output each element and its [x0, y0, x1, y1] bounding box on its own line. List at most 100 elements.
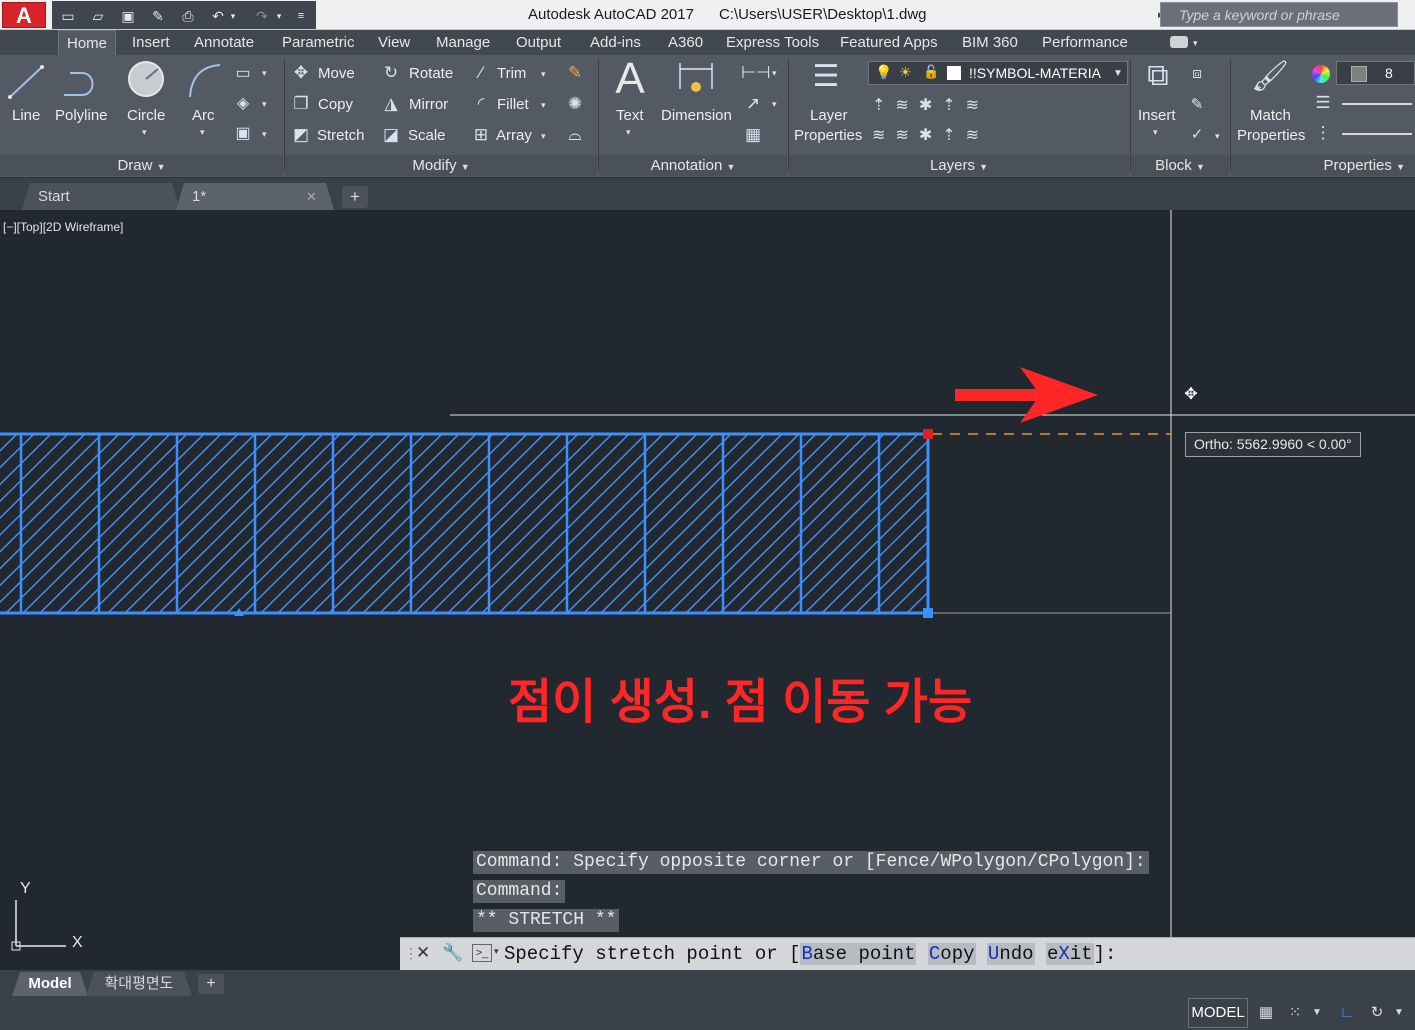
edit-block-icon[interactable]: ✎ [1186, 95, 1208, 113]
lineweight-dropdown[interactable] [1342, 103, 1412, 105]
search-input[interactable] [1161, 3, 1397, 26]
tab-home[interactable]: Home [58, 30, 117, 55]
save-icon[interactable]: ▣ [118, 6, 138, 26]
tab-view[interactable]: View [370, 30, 418, 55]
line-button[interactable]: Line [12, 107, 40, 124]
match-properties-button-line2[interactable]: Properties [1237, 127, 1305, 144]
circle-button[interactable]: Circle [127, 107, 165, 124]
scale-icon[interactable]: ◪ [380, 125, 402, 145]
trim-icon[interactable]: ⁄ [470, 63, 492, 83]
match-properties-button-line1[interactable]: Match [1250, 107, 1291, 124]
polyline-button[interactable]: Polyline [55, 107, 108, 124]
mirror-icon[interactable]: ◮ [380, 94, 402, 114]
hatch-icon[interactable]: ◈ [232, 93, 254, 113]
model-space-button[interactable]: MODEL [1188, 998, 1248, 1028]
modify-panel-title[interactable]: Modify ▼ [285, 155, 597, 176]
layer-dropdown[interactable]: 💡 ☀ 🔓 !!SYMBOL-MATERIA ▼ [868, 61, 1128, 85]
tab-bim-360[interactable]: BIM 360 [954, 30, 1026, 55]
circle-dropdown-icon[interactable]: ▾ [142, 127, 147, 138]
insert-button[interactable]: Insert [1138, 107, 1176, 124]
fillet-dropdown-icon[interactable]: ▾ [541, 100, 546, 111]
rotate-button[interactable]: Rotate [409, 65, 453, 82]
layer-tools-row1-icon[interactable]: ⇡≋✱⇡≋ [872, 95, 1012, 115]
arc-dropdown-icon[interactable]: ▾ [200, 127, 205, 138]
color-dropdown[interactable]: 8 [1336, 61, 1415, 85]
tab-manage[interactable]: Manage [428, 30, 498, 55]
polar-dropdown-icon[interactable]: ▼ [1392, 1002, 1406, 1024]
trim-button[interactable]: Trim [497, 65, 526, 82]
create-block-icon[interactable]: ⧈ [1186, 65, 1208, 82]
arc-button[interactable]: Arc [192, 107, 215, 124]
customize-toolbar-icon[interactable]: ≡ [294, 6, 308, 26]
close-tab-icon[interactable]: ✕ [306, 183, 317, 210]
table-icon[interactable]: ▦ [741, 125, 765, 145]
trim-dropdown-icon[interactable]: ▾ [541, 69, 546, 80]
dimension-button[interactable]: Dimension [661, 107, 732, 124]
ortho-mode-icon[interactable]: ∟ [1336, 1002, 1358, 1024]
undo-dropdown-icon[interactable]: ▾ [228, 6, 238, 26]
layer-tools-row2-icon[interactable]: ≋≋✱⇡≋ [872, 125, 1012, 145]
text-icon[interactable]: A [612, 57, 648, 101]
properties-panel-title[interactable]: Properties ▼ [1231, 155, 1415, 176]
linetype-dropdown[interactable] [1342, 133, 1412, 135]
undo-icon[interactable]: ↶ [208, 6, 228, 26]
edit-attributes-icon[interactable]: ✓ [1186, 125, 1208, 143]
tab-express-tools[interactable]: Express Tools [718, 30, 827, 55]
rectangle-icon[interactable]: ▭ [232, 63, 254, 83]
redo-dropdown-icon[interactable]: ▾ [274, 6, 284, 26]
leader-icon[interactable]: ↗ [741, 94, 765, 114]
layers-panel-title[interactable]: Layers ▼ [789, 155, 1129, 176]
open-file-icon[interactable]: ▱ [88, 6, 108, 26]
tab-drawing-1[interactable]: 1* ✕ [176, 183, 334, 210]
rectangle-dropdown-icon[interactable]: ▾ [262, 68, 267, 79]
redo-icon[interactable]: ↷ [252, 6, 272, 26]
option-undo[interactable]: Undo [986, 943, 1035, 965]
tab-layout-1[interactable]: 확대평면도 [86, 972, 192, 996]
layer-properties-button-line1[interactable]: Layer [810, 107, 848, 124]
tab-a360[interactable]: A360 [660, 30, 711, 55]
fillet-button[interactable]: Fillet [497, 96, 529, 113]
command-line[interactable]: ⋮ ✕ 🔧 >_ ▾ Specify stretch point or [Bas… [400, 937, 1415, 970]
fillet-icon[interactable]: ◜ [470, 94, 492, 114]
leader-dropdown-icon[interactable]: ▾ [772, 99, 777, 110]
insert-dropdown-icon[interactable]: ▾ [1153, 127, 1158, 138]
tab-parametric[interactable]: Parametric [274, 30, 363, 55]
new-tab-icon[interactable]: + [342, 186, 368, 208]
snap-icon[interactable]: ⁙ [1284, 1002, 1306, 1024]
dimension-icon[interactable] [676, 59, 716, 99]
region-dropdown-icon[interactable]: ▾ [262, 129, 267, 140]
object-color-icon[interactable] [1312, 65, 1330, 83]
layer-properties-button-line2[interactable]: Properties [794, 127, 862, 144]
tab-featured-apps[interactable]: Featured Apps [832, 30, 946, 55]
match-properties-icon[interactable]: 🖌 [1250, 59, 1290, 94]
polyline-icon[interactable] [60, 61, 104, 101]
ribbon-options-icon[interactable]: ▾ [1193, 38, 1198, 49]
copy-icon[interactable]: ❐ [290, 94, 312, 114]
scale-button[interactable]: Scale [408, 127, 446, 144]
move-button[interactable]: Move [318, 65, 355, 82]
circle-icon[interactable] [126, 59, 166, 99]
tab-add-ins[interactable]: Add-ins [582, 30, 649, 55]
command-prompt[interactable]: Specify stretch point or [Base point Cop… [504, 941, 1116, 968]
linear-dimension-dropdown-icon[interactable]: ▾ [772, 68, 777, 79]
region-icon[interactable]: ▣ [232, 123, 254, 143]
copy-button[interactable]: Copy [318, 96, 353, 113]
new-file-icon[interactable]: ▭ [58, 6, 78, 26]
add-layout-icon[interactable]: + [198, 974, 224, 994]
plot-icon[interactable]: ⎙ [178, 6, 198, 26]
tab-performance[interactable]: Performance [1034, 30, 1136, 55]
linetype-icon[interactable]: ⋮ [1312, 123, 1334, 143]
annotation-panel-title[interactable]: Annotation ▼ [599, 155, 787, 176]
snap-dropdown-icon[interactable]: ▼ [1310, 1002, 1324, 1024]
close-command-line-icon[interactable]: ✕ [416, 943, 430, 963]
grid-icon[interactable]: ▦ [1255, 1002, 1277, 1024]
tab-model[interactable]: Model [12, 972, 88, 996]
text-dropdown-icon[interactable]: ▾ [626, 127, 631, 138]
stretch-icon[interactable]: ◩ [290, 125, 312, 145]
tab-start[interactable]: Start [22, 183, 180, 210]
option-exit[interactable]: eXit [1045, 943, 1094, 965]
erase-icon[interactable]: ✎ [564, 63, 586, 83]
text-button[interactable]: Text [616, 107, 644, 124]
stretch-button[interactable]: Stretch [317, 127, 365, 144]
ribbon-minimize-icon[interactable] [1170, 36, 1188, 48]
